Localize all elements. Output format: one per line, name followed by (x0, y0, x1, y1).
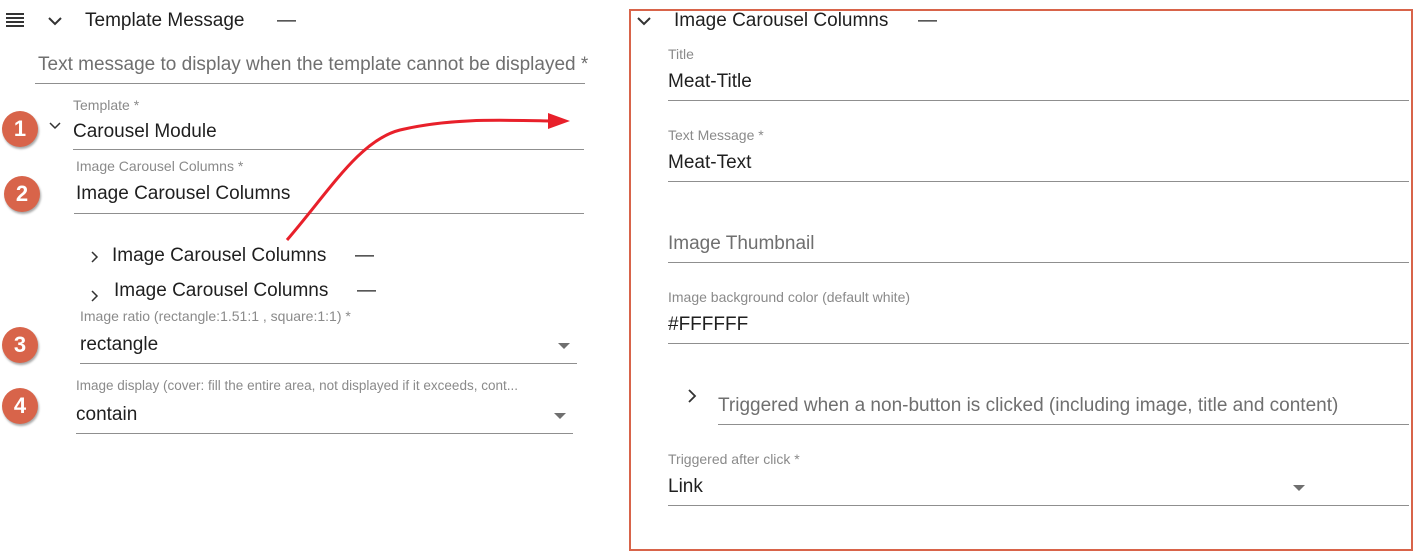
after-click-underline (668, 505, 1409, 506)
text-message-label: Text Message * (668, 127, 764, 143)
dropdown-caret-icon[interactable] (1293, 485, 1305, 491)
after-click-select[interactable]: Link (668, 476, 703, 498)
image-thumbnail-input[interactable]: Image Thumbnail (668, 233, 814, 255)
chevron-right-icon[interactable] (688, 389, 697, 403)
column-detail-title: Image Carousel Columns (674, 10, 889, 31)
non-button-action-toggle[interactable]: Triggered when a non-button is clicked (… (718, 395, 1338, 417)
text-message-underline (668, 181, 1409, 182)
chevron-down-icon[interactable] (637, 17, 651, 26)
bg-color-label: Image background color (default white) (668, 289, 911, 305)
remove-column-detail-button[interactable]: — (918, 10, 937, 32)
text-message-input[interactable]: Meat-Text (668, 152, 751, 174)
title-label: Title (668, 46, 694, 62)
title-underline (668, 100, 1409, 101)
bg-color-underline (668, 343, 1409, 344)
bg-color-input[interactable]: #FFFFFF (668, 314, 748, 336)
non-button-action-underline (718, 424, 1409, 425)
after-click-label: Triggered after click * (668, 451, 800, 467)
image-thumbnail-underline (668, 262, 1409, 263)
title-input[interactable]: Meat-Title (668, 71, 752, 93)
